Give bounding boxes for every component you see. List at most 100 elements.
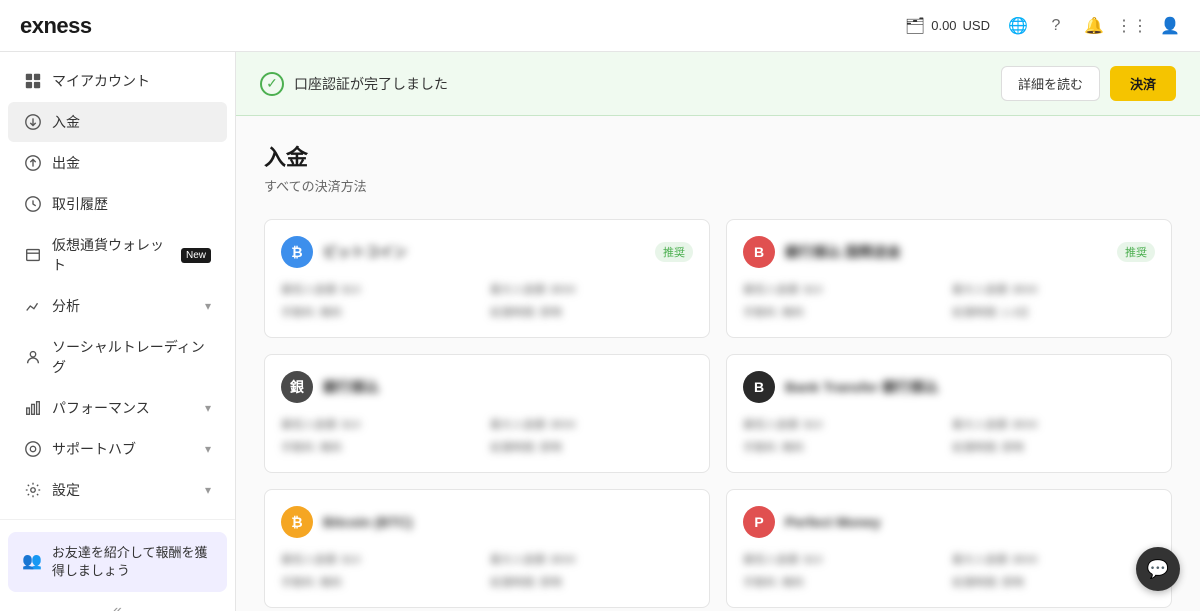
payment-details: 最低入金額: $10最大入金額: $500手数料: 無料処理時間: 即時: [743, 417, 1155, 456]
banner-text: 口座認証が完了しました: [294, 74, 448, 94]
sidebar-item-crypto[interactable]: 仮想通貨ウォレット New: [8, 225, 227, 285]
payment-name: 銀行振込: [323, 377, 379, 397]
sidebar-item-withdraw[interactable]: 出金: [8, 143, 227, 183]
payment-logo-icon: ₿: [281, 506, 313, 538]
detail-row: 処理時間: 即時: [952, 440, 1155, 457]
payment-logo-icon: ₿: [281, 236, 313, 268]
action-button[interactable]: 決済: [1110, 66, 1176, 101]
payment-logo-icon: B: [743, 371, 775, 403]
detail-row: 処理時間: 1-3日: [952, 305, 1155, 322]
payment-badge: 推奨: [1117, 242, 1155, 262]
sidebar-item-performance[interactable]: パフォーマンス ▾: [8, 388, 227, 428]
main-layout: マイアカウント 入金 出金: [0, 52, 1200, 611]
collapse-button[interactable]: «: [113, 602, 122, 611]
payment-name: Perfect Money: [785, 514, 881, 530]
detail-row: 処理時間: 即時: [952, 575, 1155, 592]
sidebar-item-label: 入金: [52, 112, 211, 132]
referral-text: お友達を紹介して報酬を獲得しましょう: [52, 544, 213, 580]
payment-card[interactable]: P Perfect Money 最低入金額: $10最大入金額: $500手数料…: [726, 489, 1172, 608]
chevron-down-icon: ▾: [205, 401, 211, 415]
payment-logo: B 銀行振込 国際送金: [743, 236, 901, 268]
detail-row: 最低入金額: $10: [281, 282, 484, 299]
detail-row: 処理時間: 即時: [490, 575, 693, 592]
detail-row: 最低入金額: $10: [281, 552, 484, 569]
referral-box[interactable]: 👥 お友達を紹介して報酬を獲得しましょう: [8, 532, 227, 592]
sidebar-item-label: ソーシャルトレーディング: [52, 337, 211, 377]
sidebar-item-analysis[interactable]: 分析 ▾: [8, 286, 227, 326]
payment-details: 最低入金額: $10最大入金額: $500手数料: 無料処理時間: 即時: [743, 552, 1155, 591]
payment-details: 最低入金額: $10 最大入金額: $500 手数料: 無料処理時間: 即時: [281, 282, 693, 321]
payment-grid: ₿ ビットコイン 推奨 最低入金額: $10 最大入金額: $500 手数料: 無料…: [264, 219, 1172, 608]
sidebar-item-history[interactable]: 取引履歴: [8, 184, 227, 224]
payment-header: ₿ Bitcoin (BTC): [281, 506, 693, 538]
detail-row: 最大入金額: $500: [490, 417, 693, 434]
detail-row: 最大入金額: $500: [490, 552, 693, 569]
payment-logo: ₿ ビットコイン: [281, 236, 407, 268]
payment-header: B Bank Transfer 銀行振込: [743, 371, 1155, 403]
settings-nav-icon: [24, 481, 42, 499]
user-icon[interactable]: 👤: [1160, 16, 1180, 36]
detail-row: 最大入金額: $500: [952, 282, 1155, 299]
detail-row: 処理時間: 即時: [490, 305, 693, 322]
read-more-button[interactable]: 詳細を読む: [1001, 66, 1100, 101]
history-nav-icon: [24, 195, 42, 213]
sidebar-item-social[interactable]: ソーシャルトレーディング: [8, 327, 227, 387]
app-container: exness 🗂 0.00 USD 🌐 ? 🔔 ⋮⋮ 👤 マイアカウント: [0, 0, 1200, 611]
sidebar-nav: マイアカウント 入金 出金: [0, 52, 235, 519]
detail-row: 手数料: 無料: [281, 440, 484, 457]
support-nav-icon: [24, 440, 42, 458]
chevron-down-icon: ▾: [205, 483, 211, 497]
header: exness 🗂 0.00 USD 🌐 ? 🔔 ⋮⋮ 👤: [0, 0, 1200, 52]
detail-row: 手数料: 無料: [281, 305, 484, 322]
payment-name: 銀行振込 国際送金: [785, 242, 901, 262]
payment-name: Bitcoin (BTC): [323, 514, 412, 530]
globe-icon[interactable]: 🌐: [1008, 16, 1028, 36]
payment-card[interactable]: ₿ Bitcoin (BTC) 最低入金額: $10 最大入金額: $500 手数料…: [264, 489, 710, 608]
detail-row: 最低入金額: $10: [743, 282, 946, 299]
chevron-down-icon: ▾: [205, 442, 211, 456]
detail-row: 最大入金額: $500: [952, 417, 1155, 434]
payment-card[interactable]: ₿ ビットコイン 推奨 最低入金額: $10最大入金額: $500手数料: 無料…: [264, 219, 710, 338]
detail-row: 手数料: 無料: [743, 305, 946, 322]
main-content: ✓ 口座認証が完了しました 詳細を読む 決済 入金 すべての決済方法 ₿ ビット…: [236, 52, 1200, 611]
payment-card[interactable]: B Bank Transfer 銀行振込 最低入金額: $10 最大入金額: $5…: [726, 354, 1172, 473]
wallet-icon: 🗂: [905, 16, 925, 36]
grid-icon[interactable]: ⋮⋮: [1122, 16, 1142, 36]
payment-card[interactable]: 銀 銀行振込 最低入金額: $10最大入金額: $500手数料: 無料処理時間:…: [264, 354, 710, 473]
crypto-nav-icon: [24, 246, 42, 264]
help-icon[interactable]: ?: [1046, 16, 1066, 36]
sidebar-collapse: «: [8, 592, 227, 611]
referral-icon: 👥: [22, 551, 42, 573]
header-right: 🗂 0.00 USD 🌐 ? 🔔 ⋮⋮ 👤: [905, 16, 1180, 36]
balance-amount: 0.00: [931, 18, 956, 33]
banner-right: 詳細を読む 決済: [1001, 66, 1176, 101]
new-badge: New: [181, 248, 211, 263]
detail-row: 最低入金額: $10: [743, 417, 946, 434]
sidebar-item-label: 設定: [52, 480, 195, 500]
payment-details: 最低入金額: $10 最大入金額: $500 手数料: 無料処理時間: 即時: [281, 552, 693, 591]
analysis-nav-icon: [24, 297, 42, 315]
sidebar-item-label: パフォーマンス: [52, 398, 195, 418]
balance-display[interactable]: 🗂 0.00 USD: [905, 16, 990, 36]
sidebar-item-label: マイアカウント: [52, 71, 211, 91]
detail-row: 手数料: 無料: [281, 575, 484, 592]
sidebar-item-label: 取引履歴: [52, 194, 211, 214]
sidebar-item-deposit[interactable]: 入金: [8, 102, 227, 142]
grid-nav-icon: [24, 72, 42, 90]
payment-card[interactable]: B 銀行振込 国際送金 推奨 最低入金額: $10 最大入金額: $500 手数料:…: [726, 219, 1172, 338]
sidebar-item-settings[interactable]: 設定 ▾: [8, 470, 227, 510]
chevron-down-icon: ▾: [205, 299, 211, 313]
payment-logo: ₿ Bitcoin (BTC): [281, 506, 412, 538]
sidebar-item-my-account[interactable]: マイアカウント: [8, 61, 227, 101]
sidebar-item-label: 出金: [52, 153, 211, 173]
payment-logo: B Bank Transfer 銀行振込: [743, 371, 938, 403]
chat-button[interactable]: 💬: [1136, 547, 1180, 591]
sidebar-item-support[interactable]: サポートハブ ▾: [8, 429, 227, 469]
deposit-nav-icon: [24, 113, 42, 131]
payment-details: 最低入金額: $10最大入金額: $500手数料: 無料処理時間: 即時: [281, 417, 693, 456]
performance-nav-icon: [24, 399, 42, 417]
detail-row: 最大入金額: $500: [490, 282, 693, 299]
sidebar-item-label: 分析: [52, 296, 195, 316]
bell-icon[interactable]: 🔔: [1084, 16, 1104, 36]
payment-logo-icon: B: [743, 236, 775, 268]
